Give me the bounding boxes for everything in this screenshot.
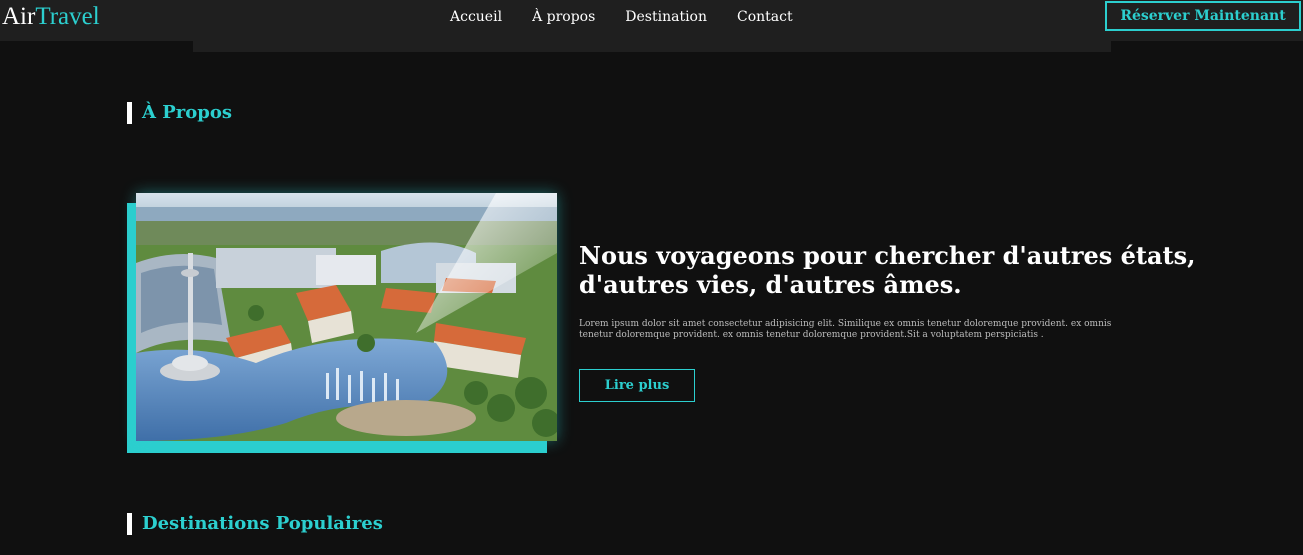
heading-accent-bar [127, 102, 132, 124]
navbar: AirTravel Accueil À propos Destination C… [0, 0, 1303, 41]
nav-links: Accueil À propos Destination Contact [450, 8, 823, 26]
resort-aerial-illustration [136, 193, 557, 441]
brand-logo[interactable]: AirTravel [2, 3, 100, 31]
about-heading-text: À Propos [142, 102, 232, 123]
nav-link-a-propos[interactable]: À propos [532, 8, 595, 26]
brand-logo-part2: Travel [35, 3, 100, 30]
book-now-button[interactable]: Réserver Maintenant [1105, 1, 1301, 31]
read-more-button[interactable]: Lire plus [579, 369, 695, 402]
resort-aerial-image [136, 193, 557, 441]
destinations-heading-text: Destinations Populaires [142, 513, 383, 534]
brand-logo-part1: Air [2, 3, 36, 30]
nav-underbar [193, 41, 1111, 52]
about-description: Lorem ipsum dolor sit amet consectetur a… [579, 319, 1112, 340]
about-title: Nous voyageons pour chercher d'autres ét… [579, 241, 1196, 299]
destinations-section-heading: Destinations Populaires [127, 513, 383, 535]
heading-accent-bar [127, 513, 132, 535]
nav-link-accueil[interactable]: Accueil [450, 8, 502, 26]
nav-link-contact[interactable]: Contact [737, 8, 793, 26]
about-section-heading: À Propos [127, 102, 232, 124]
nav-link-destination[interactable]: Destination [625, 8, 707, 26]
